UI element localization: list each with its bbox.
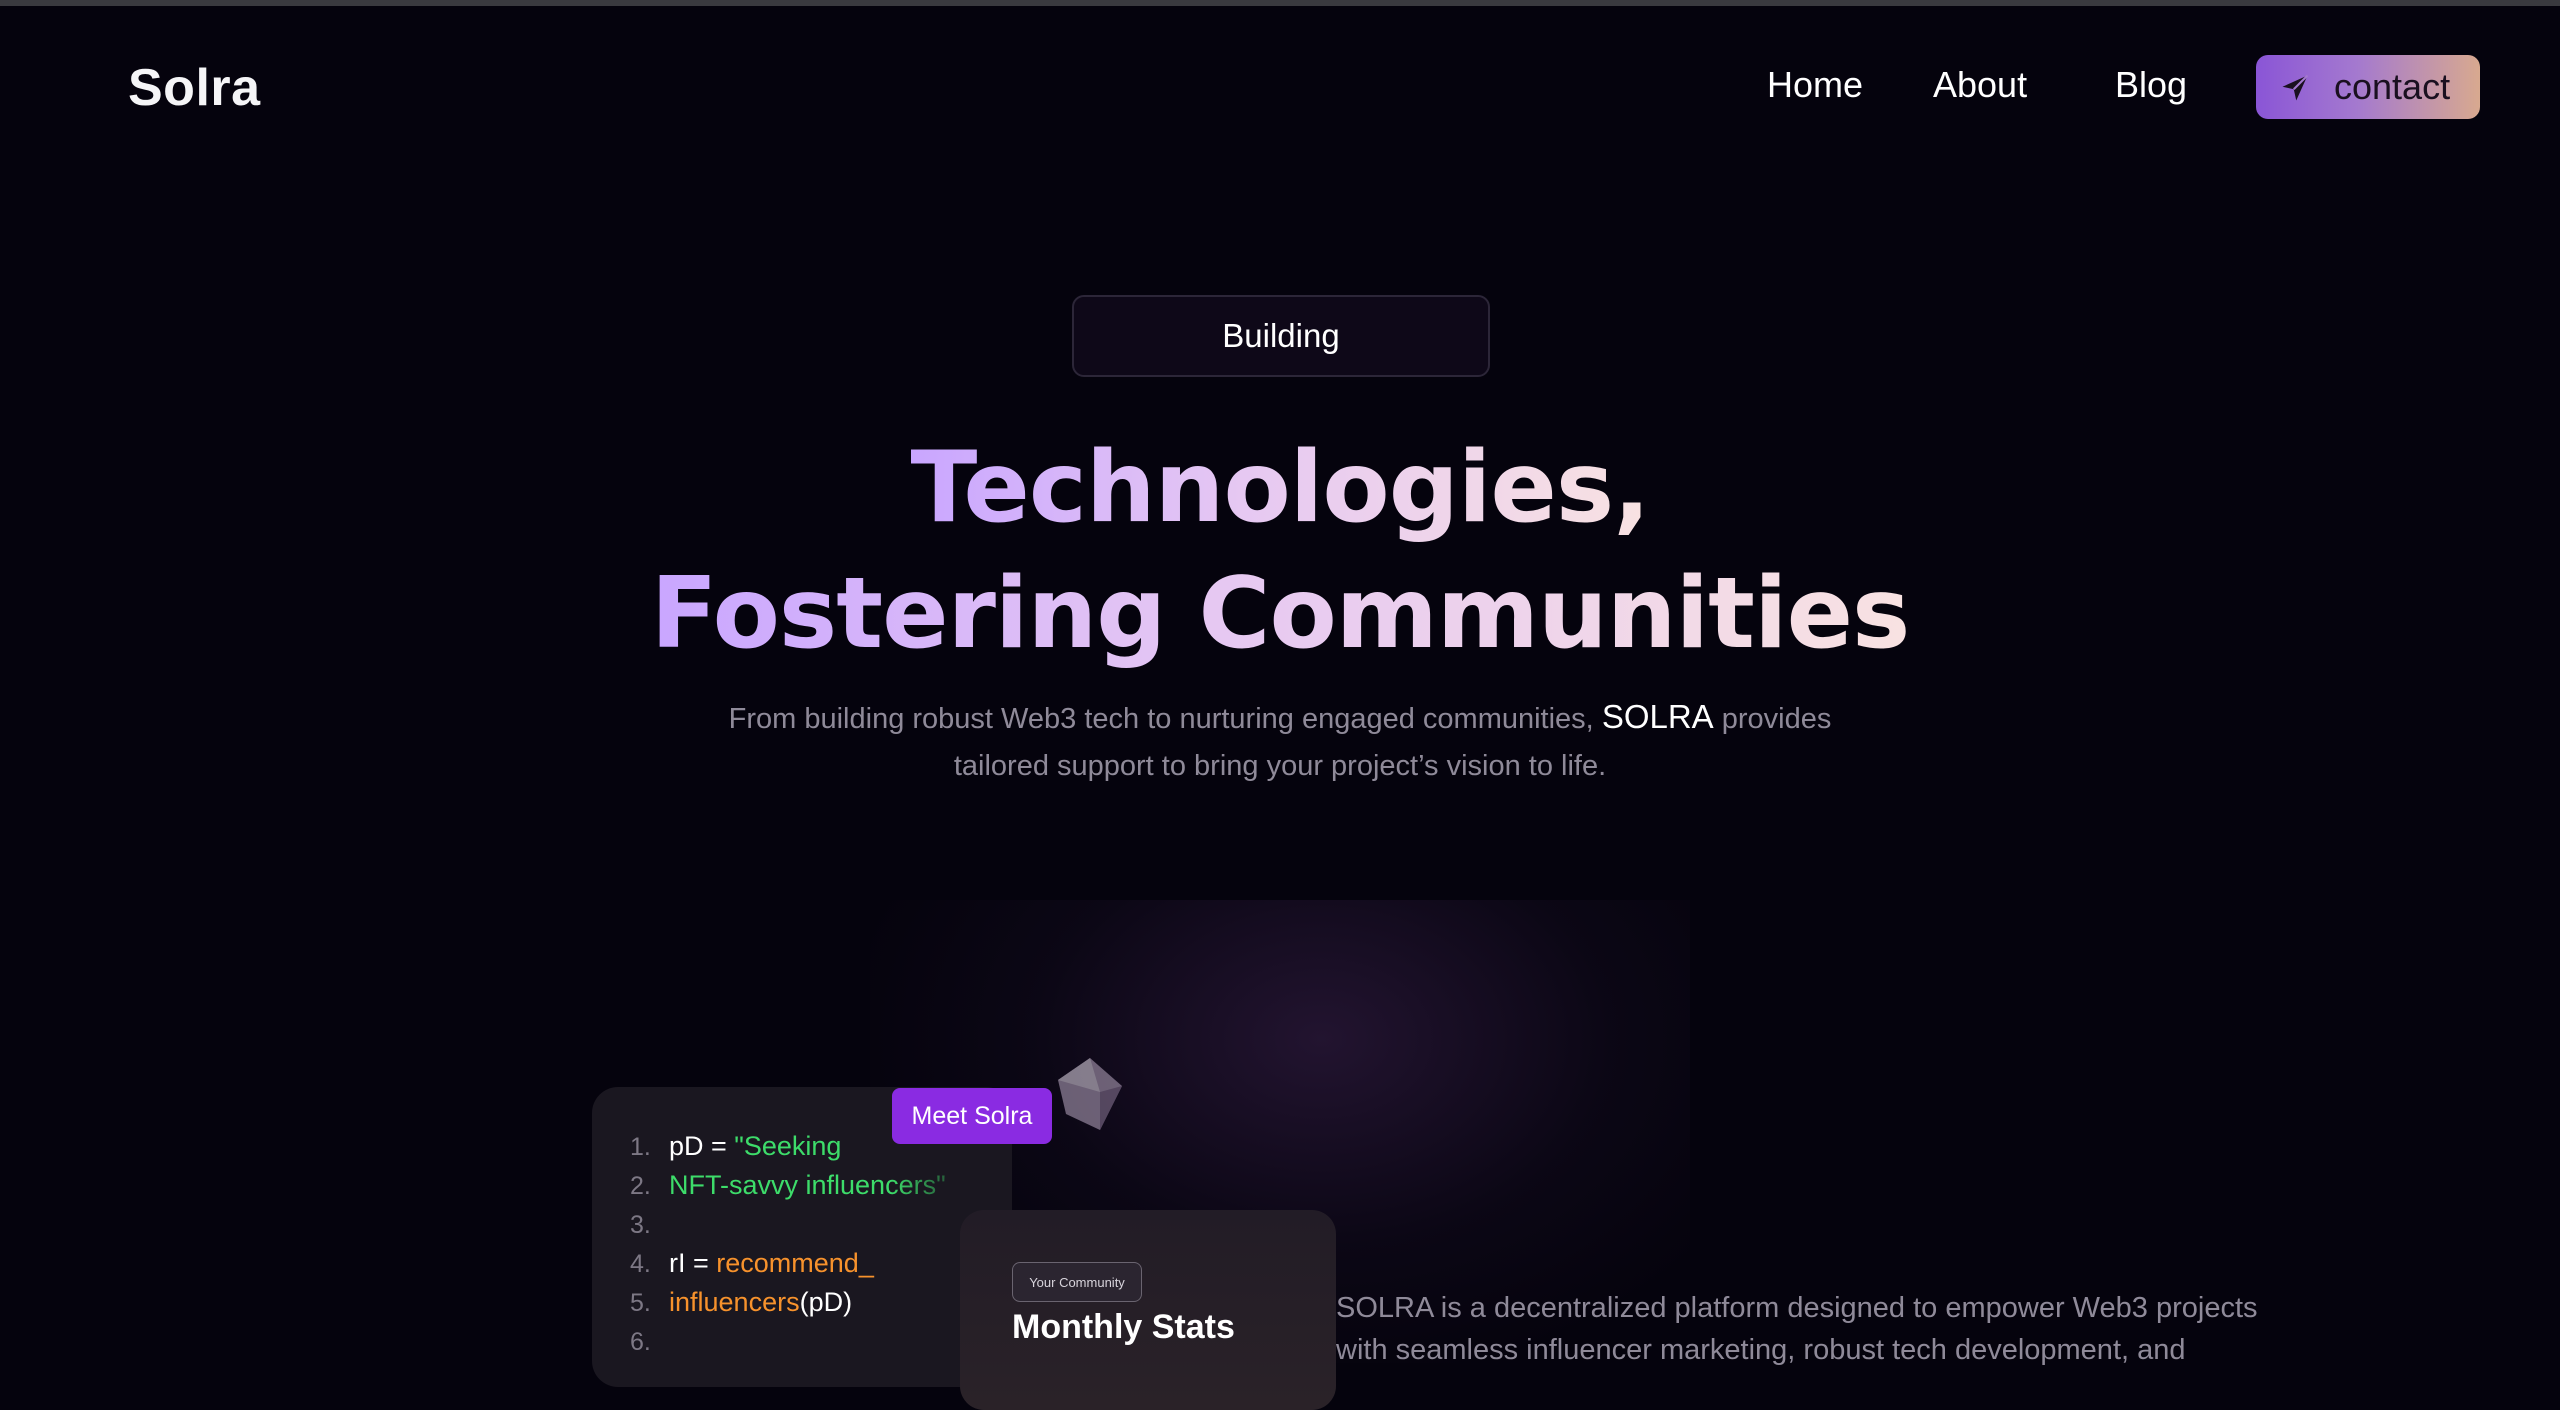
gem-icon — [1058, 1058, 1122, 1130]
hero-title-line-2: Fostering Communities — [650, 557, 1911, 671]
meet-solra-badge[interactable]: Meet Solra — [892, 1088, 1052, 1144]
site-logo[interactable]: Solra — [128, 58, 261, 118]
code-token: "Seeking — [734, 1131, 842, 1161]
brand-name: SOLRA — [1601, 698, 1714, 735]
contact-button-label: contact — [2334, 66, 2451, 107]
nav-link-blog[interactable]: Blog — [2115, 64, 2187, 106]
code-line-number: 3. — [630, 1211, 651, 1239]
code-fade — [890, 1170, 1000, 1210]
code-line-number: 5. — [630, 1289, 651, 1317]
code-line-number: 4. — [630, 1250, 651, 1278]
hero-title-line-1: Technologies, — [910, 431, 1651, 545]
code-line-number: 2. — [630, 1172, 651, 1200]
contact-button[interactable]: contact — [2256, 55, 2480, 119]
nav-link-home[interactable]: Home — [1767, 64, 1863, 106]
platform-description: SOLRA is a decentralized platform design… — [1336, 1292, 2258, 1366]
hero-pill: Building — [1072, 295, 1490, 377]
hero-subtitle: From building robust Web3 tech to nurtur… — [728, 698, 1832, 782]
code-line: influencers(pD) — [669, 1287, 852, 1318]
stats-card-title: Monthly Stats — [1012, 1308, 1235, 1346]
code-line: pD = "Seeking — [669, 1131, 841, 1162]
code-token: (pD) — [799, 1287, 853, 1317]
code-line: rI = recommend_ — [669, 1248, 874, 1279]
stats-card-pill: Your Community — [1012, 1262, 1142, 1302]
code-token: recommend_ — [716, 1248, 874, 1278]
send-icon — [2282, 74, 2309, 101]
code-token: pD = — [669, 1131, 735, 1161]
nav-link-about[interactable]: About — [1933, 64, 2027, 106]
code-line-number: 1. — [630, 1133, 651, 1161]
code-token: influencers — [669, 1287, 800, 1317]
code-line-number: 6. — [630, 1328, 651, 1356]
code-token: rI = — [669, 1248, 717, 1278]
window-top-border — [0, 0, 2560, 6]
